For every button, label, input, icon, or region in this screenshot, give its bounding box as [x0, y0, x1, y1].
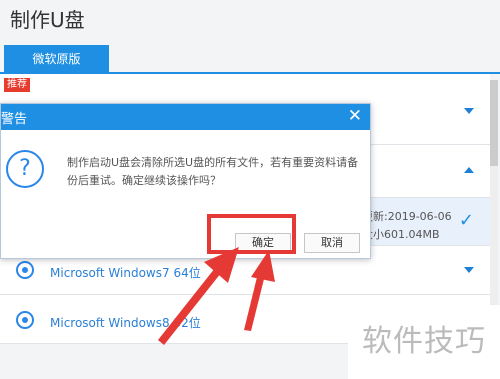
list-item-label: Microsoft Windows8 32位 [50, 316, 201, 330]
check-icon: ✓ [458, 210, 474, 231]
page-title: 制作U盘 [10, 8, 85, 32]
tab-microsoft-original[interactable]: 微软原版 [4, 45, 109, 73]
question-icon: ? [6, 150, 44, 188]
dialog-title: 警告 [1, 112, 28, 127]
close-icon[interactable]: ✕ [348, 106, 362, 126]
windows-disc-icon [16, 261, 34, 279]
warning-dialog: 警告 ✕ ? 制作启动U盘会清除所选U盘的所有文件，若有重要资料请备份后重试。确… [0, 103, 371, 259]
chevron-up-icon[interactable] [464, 167, 474, 173]
chevron-down-icon[interactable] [464, 267, 474, 273]
watermark-text: 软件技巧 [348, 305, 500, 379]
cancel-button[interactable]: 取消 [304, 233, 360, 253]
file-size: 大小601.04MB [362, 228, 440, 241]
windows-disc-icon [16, 311, 34, 329]
recommended-badge: 推荐 [4, 78, 30, 92]
dialog-header: 警告 ✕ [1, 104, 370, 130]
list-item-label: Microsoft Windows7 64位 [50, 266, 201, 280]
scrollbar-thumb[interactable] [490, 80, 498, 166]
dialog-message: 制作启动U盘会清除所选U盘的所有文件，若有重要资料请备份后重试。确定继续该操作吗… [67, 156, 359, 187]
updated-date: 更新:2019-06-06 [362, 210, 452, 223]
chevron-down-icon[interactable] [464, 108, 474, 114]
highlight-box [207, 214, 296, 254]
